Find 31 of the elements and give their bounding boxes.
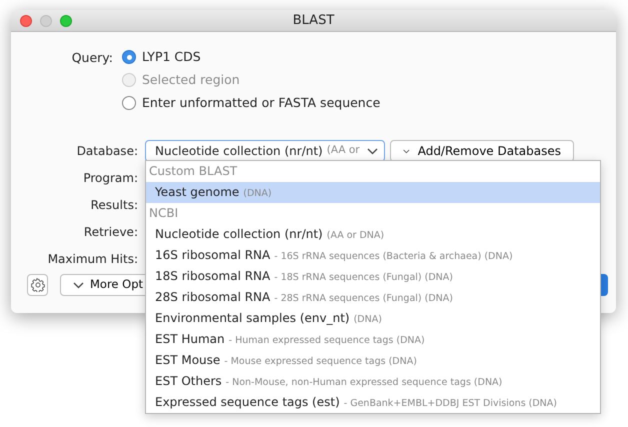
- field-label: Program:: [83, 170, 138, 184]
- radio-button[interactable]: [122, 96, 136, 110]
- radio-label: Selected region: [142, 70, 240, 89]
- field-label: Maximum Hits:: [48, 252, 138, 266]
- menu-group-heading: Custom BLAST: [148, 163, 238, 180]
- database-dropdown[interactable]: Nucleotide collection (nr/nt) (AA or: [145, 140, 385, 162]
- menu-item[interactable]: 16S ribosomal RNA - 16S rRNA sequences (Bacteria & archaea) (DNA): [146, 245, 600, 266]
- radio-button[interactable]: [122, 50, 136, 64]
- menu-item[interactable]: EST Mouse - Mouse expressed sequence tags (DNA): [146, 350, 600, 371]
- database-label: Database:: [76, 144, 138, 158]
- settings-button[interactable]: [27, 274, 48, 296]
- menu-group-heading: NCBI: [148, 205, 180, 222]
- query-label: Query:: [72, 50, 113, 65]
- close-button[interactable]: [20, 15, 32, 27]
- menu-item[interactable]: Nucleotide collection (nr/nt) (AA or DNA): [146, 224, 600, 245]
- chevron-icon: [73, 282, 84, 288]
- menu-item[interactable]: EST Others - Non-Mouse, non-Human expressed sequence tags (DNA): [146, 371, 600, 392]
- radio-label: Enter unformatted or FASTA sequence: [142, 94, 380, 112]
- field-label: Retrieve:: [84, 224, 138, 238]
- window-title: BLAST: [292, 12, 334, 28]
- menu-item[interactable]: EST Human - Human expressed sequence tags (DNA): [146, 329, 600, 350]
- menu-item[interactable]: Expressed sequence tags (est) - GenBank+EMBL+DDBJ EST Divisions (DNA): [146, 392, 600, 413]
- chevron-icon: [403, 148, 410, 154]
- menu-item[interactable]: Environmental samples (env_nt) (DNA): [146, 308, 600, 329]
- field-label: Results:: [90, 198, 138, 212]
- chevron-icon: [367, 148, 378, 154]
- radio-label: LYP1 CDS: [142, 48, 201, 66]
- menu-item[interactable]: Yeast genome (DNA): [146, 182, 600, 203]
- zoom-button[interactable]: [60, 15, 72, 27]
- add-remove-databases-button[interactable]: Add/Remove Databases: [390, 140, 574, 162]
- settings-icon: [30, 278, 44, 292]
